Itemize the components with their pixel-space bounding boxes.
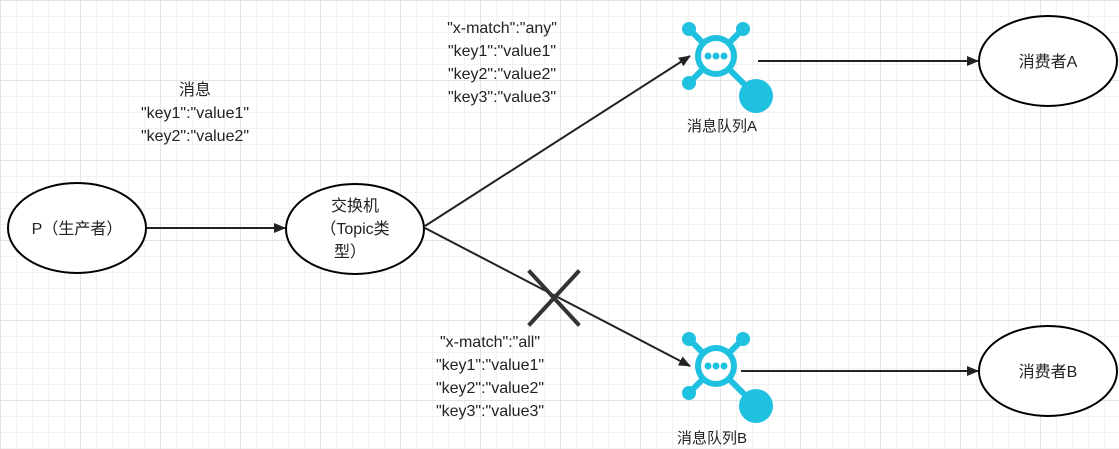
binding-a-x-match: "x-match":"any"	[447, 20, 557, 37]
exchange-label-line2: （Topic类	[320, 220, 389, 238]
producer-node[interactable]: P（生产者）	[7, 182, 147, 274]
consumer-a-node[interactable]: 消费者A	[978, 15, 1118, 107]
exchange-label-line3: 型）	[334, 243, 366, 261]
binding-b-key1: "key1":"value1"	[436, 357, 544, 374]
cross-mark-icon	[527, 269, 581, 327]
binding-b-x-match: "x-match":"all"	[440, 334, 540, 351]
message-annotation: 消息 "key1":"value1" "key2":"value2"	[141, 81, 249, 145]
producer-label: P（生产者）	[32, 220, 123, 238]
exchange-label-line1: 交换机	[331, 197, 379, 215]
binding-b-key2: "key2":"value2"	[436, 380, 544, 397]
queue-b-label: 消息队列B	[677, 430, 747, 447]
binding-b-annotation: "x-match":"all" "key1":"value1" "key2":"…	[436, 334, 544, 420]
binding-a-annotation: "x-match":"any" "key1":"value1" "key2":"…	[447, 20, 557, 106]
binding-a-key3: "key3":"value3"	[448, 89, 556, 106]
queue-a-label: 消息队列A	[687, 118, 757, 135]
message-queue-icon	[682, 332, 773, 423]
message-title: 消息	[179, 81, 211, 99]
consumer-a-label: 消费者A	[1019, 53, 1078, 71]
binding-a-key2: "key2":"value2"	[448, 66, 556, 83]
queue-b-node[interactable]: 消息队列B	[677, 332, 773, 447]
message-header-1: "key1":"value1"	[141, 105, 249, 122]
exchange-node[interactable]: 交换机 （Topic类 型）	[285, 183, 425, 275]
headers-exchange-diagram: P（生产者） 交换机 （Topic类 型） 消费者A 消费者B 消息队列A 消息…	[7, 15, 1118, 447]
message-header-2: "key2":"value2"	[141, 128, 249, 145]
binding-a-key1: "key1":"value1"	[448, 43, 556, 60]
consumer-b-label: 消费者B	[1019, 363, 1078, 381]
queue-a-node[interactable]: 消息队列A	[682, 22, 773, 135]
binding-b-key3: "key3":"value3"	[436, 403, 544, 420]
consumer-b-node[interactable]: 消费者B	[978, 325, 1118, 417]
message-queue-icon	[682, 22, 773, 113]
